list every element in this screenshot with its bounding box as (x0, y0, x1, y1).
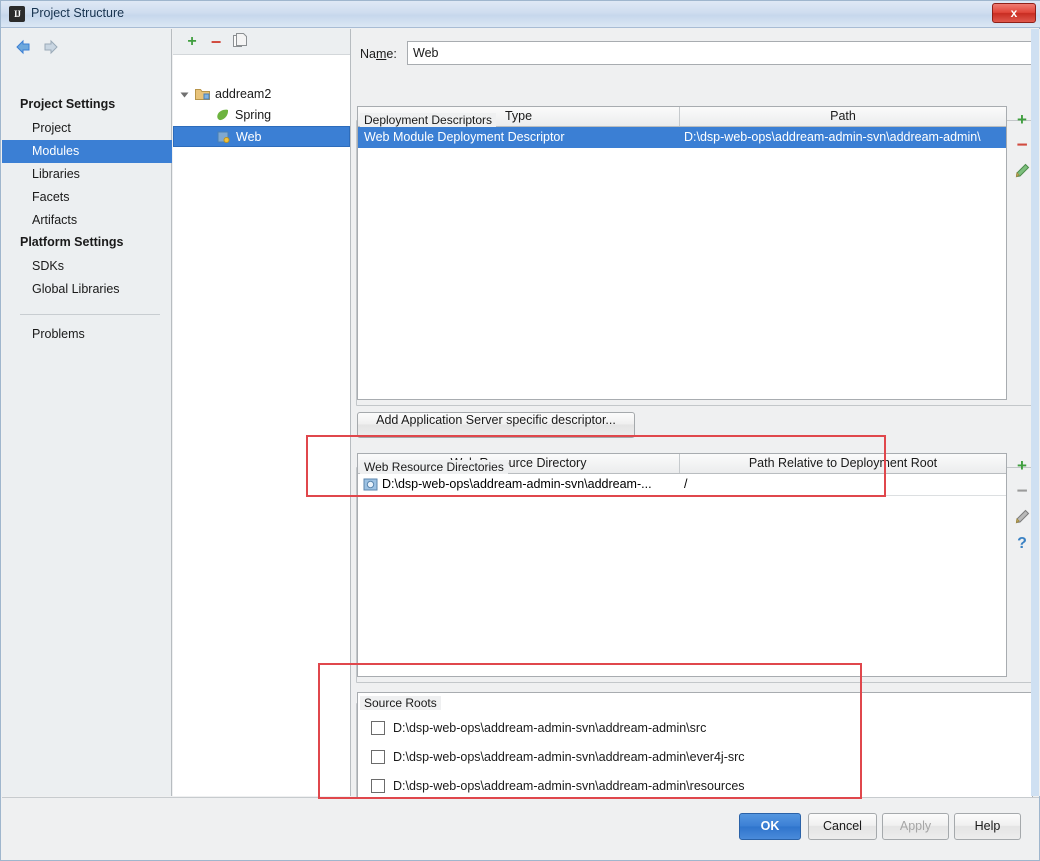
help-button[interactable]: Help (954, 813, 1021, 840)
copy-module-icon[interactable] (231, 33, 249, 51)
list-item[interactable]: D:\dsp-web-ops\addream-admin-svn\addream… (358, 743, 1032, 772)
add-web-resource-plus-icon[interactable]: + (1013, 457, 1031, 475)
module-settings-pane: Name: Deployment Descriptors Type Path W… (352, 29, 1040, 806)
source-root-checkbox[interactable] (371, 779, 385, 793)
sidebar-item-label: SDKs (32, 259, 64, 273)
intellij-idea-icon: IJ (9, 6, 25, 22)
button-label: OK (760, 819, 780, 833)
remove-web-resource-minus-icon[interactable]: − (1013, 482, 1031, 501)
deployment-descriptors-table[interactable]: Type Path Web Module Deployment Descript… (357, 106, 1007, 400)
ok-button[interactable]: OK (739, 813, 801, 840)
sidebar-divider (20, 314, 160, 315)
remove-module-minus-icon[interactable]: − (207, 33, 225, 51)
remove-descriptor-minus-icon[interactable]: − (1013, 136, 1031, 155)
source-root-path: D:\dsp-web-ops\addream-admin-svn\addream… (393, 721, 707, 735)
source-root-path: D:\dsp-web-ops\addream-admin-svn\addream… (393, 750, 745, 764)
source-root-checkbox[interactable] (371, 721, 385, 735)
spring-leaf-icon (215, 108, 230, 122)
sidebar-item-label: Modules (32, 144, 80, 158)
sidebar-group-project-settings: Project Settings (20, 97, 116, 111)
forward-arrow-icon[interactable] (40, 38, 60, 56)
sidebar-item-label: Problems (32, 327, 85, 341)
sidebar-item-project[interactable]: Project (2, 117, 172, 140)
sidebar-item-label: Artifacts (32, 213, 78, 227)
title-bar: IJ Project Structure x (1, 1, 1040, 28)
navigation-arrows (10, 36, 80, 60)
module-folder-icon (195, 87, 210, 101)
add-module-plus-icon[interactable]: + (183, 33, 201, 51)
back-arrow-icon[interactable] (14, 38, 34, 56)
button-label: Add Application Server specific descript… (376, 413, 616, 427)
sidebar-item-label: Project (32, 121, 71, 135)
sidebar-item-sdks[interactable]: SDKs (2, 255, 172, 278)
sidebar-item-modules[interactable]: Modules (2, 140, 172, 163)
sidebar-group-platform-settings: Platform Settings (20, 235, 124, 249)
help-web-resource-question-icon[interactable]: ? (1013, 535, 1031, 553)
add-application-server-descriptor-button[interactable]: Add Application Server specific descript… (357, 412, 635, 438)
tree-node-label: Spring (235, 108, 272, 122)
folder-web-icon (363, 477, 378, 492)
window-title: Project Structure (31, 6, 125, 20)
settings-sidebar: Project Settings Project Modules Librari… (2, 29, 172, 796)
cell-type: Web Module Deployment Descriptor (364, 130, 565, 144)
sidebar-item-label: Global Libraries (32, 282, 120, 296)
button-label: Help (974, 819, 1001, 833)
web-resource-directories-table[interactable]: Web Resource Directory Path Relative to … (357, 453, 1007, 677)
button-label: Apply (899, 819, 932, 833)
tree-node-label: Web (236, 130, 262, 144)
source-roots-title: Source Roots (360, 696, 441, 710)
source-root-checkbox[interactable] (371, 750, 385, 764)
sidebar-item-global-libraries[interactable]: Global Libraries (2, 278, 172, 301)
tree-node-web[interactable]: Web (173, 126, 350, 147)
column-header-path-relative[interactable]: Path Relative to Deployment Root (680, 454, 1006, 473)
chevron-down-icon[interactable] (180, 92, 189, 98)
module-tree-toolbar: + − (173, 29, 350, 55)
button-label: Cancel (823, 819, 862, 833)
column-header-path[interactable]: Path (680, 107, 1006, 126)
tree-node-spring[interactable]: Spring (173, 105, 350, 126)
sidebar-item-facets[interactable]: Facets (2, 186, 172, 209)
edit-web-resource-pencil-icon[interactable] (1013, 509, 1031, 527)
web-facet-icon (216, 130, 231, 144)
cell-path: D:\dsp-web-ops\addream-admin-svn\addream… (684, 130, 981, 144)
source-roots-list[interactable]: D:\dsp-web-ops\addream-admin-svn\addream… (357, 692, 1033, 806)
dialog-footer: OK Cancel Apply Help (2, 797, 1039, 860)
apply-button[interactable]: Apply (882, 813, 949, 840)
module-name-input[interactable] (407, 41, 1032, 65)
edit-descriptor-pencil-icon[interactable] (1013, 163, 1031, 181)
list-item[interactable]: D:\dsp-web-ops\addream-admin-svn\addream… (358, 714, 1032, 743)
sidebar-item-libraries[interactable]: Libraries (2, 163, 172, 186)
sidebar-item-label: Libraries (32, 167, 80, 181)
sidebar-item-artifacts[interactable]: Artifacts (2, 209, 172, 232)
table-row[interactable]: Web Module Deployment Descriptor D:\dsp-… (358, 127, 1006, 148)
cell-web-resource-directory: D:\dsp-web-ops\addream-admin-svn\addream… (382, 477, 652, 491)
web-resource-directories-title: Web Resource Directories (360, 460, 508, 474)
cancel-button[interactable]: Cancel (808, 813, 877, 840)
close-icon[interactable]: x (992, 3, 1036, 23)
project-structure-dialog: IJ Project Structure x Project Settings … (0, 0, 1040, 861)
dialog-right-rail (1031, 29, 1039, 796)
tree-node-label: addream2 (215, 87, 272, 101)
name-label: Name: (360, 47, 397, 61)
tree-node-addream2[interactable]: addream2 (173, 84, 350, 105)
add-descriptor-plus-icon[interactable]: + (1013, 111, 1031, 129)
module-tree-panel: + − addream2 Spring Web (173, 29, 351, 796)
sidebar-item-problems[interactable]: Problems (2, 323, 172, 346)
table-row[interactable]: D:\dsp-web-ops\addream-admin-svn\addream… (358, 474, 1006, 496)
sidebar-item-label: Facets (32, 190, 70, 204)
cell-path-relative: / (684, 477, 688, 491)
deployment-descriptors-title: Deployment Descriptors (360, 113, 497, 127)
